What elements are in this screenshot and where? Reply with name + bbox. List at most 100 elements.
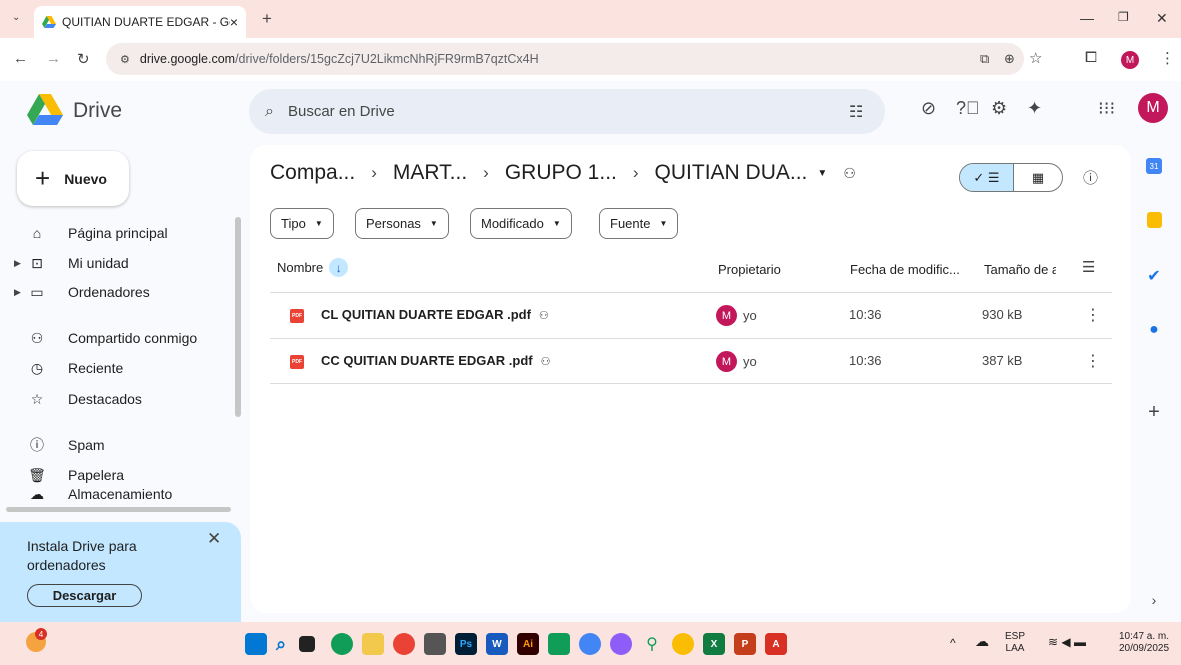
- tray-app-icon[interactable]: ☁: [975, 634, 989, 648]
- site-info-icon[interactable]: ⚙: [120, 53, 130, 66]
- back-icon[interactable]: ←: [13, 50, 28, 67]
- more-actions-icon[interactable]: ⋮: [1085, 305, 1101, 325]
- word-icon[interactable]: W: [486, 633, 508, 655]
- chrome-profile-icon[interactable]: [579, 633, 601, 655]
- details-info-icon[interactable]: ⓘ: [1083, 167, 1098, 188]
- sidebar-item-shared[interactable]: ⚇ Compartido conmigo: [0, 323, 232, 353]
- more-actions-icon[interactable]: ⋮: [1085, 351, 1101, 371]
- start-icon[interactable]: [245, 633, 267, 655]
- bookmark-star-icon[interactable]: ☆: [1029, 49, 1042, 67]
- sort-options-icon[interactable]: ☰: [1082, 258, 1095, 276]
- filter-type[interactable]: Tipo ▼: [270, 208, 334, 239]
- sidebar-item-storage[interactable]: ☁ Almacenamiento: [0, 486, 232, 500]
- account-avatar[interactable]: M: [1138, 93, 1168, 123]
- sidebar-horizontal-scrollbar[interactable]: [6, 507, 231, 512]
- edge-icon[interactable]: [331, 633, 353, 655]
- browser-tab[interactable]: QUITIAN DUARTE EDGAR - Goo ×: [34, 6, 246, 38]
- browser-menu-icon[interactable]: ⋮: [1160, 49, 1175, 67]
- excel-icon[interactable]: X: [703, 633, 725, 655]
- zoom-icon[interactable]: ⊕: [1004, 51, 1015, 67]
- search-input[interactable]: Buscar en Drive: [288, 103, 395, 120]
- photoshop-icon[interactable]: Ps: [455, 633, 477, 655]
- breadcrumb-current-folder[interactable]: QUITIAN DUA...: [655, 161, 808, 185]
- tab-search-icon[interactable]: ⌄: [12, 12, 20, 23]
- minimize-icon[interactable]: —: [1080, 10, 1094, 26]
- search-bar[interactable]: ⌕ Buscar en Drive ☷: [249, 89, 885, 134]
- forward-icon[interactable]: →: [46, 50, 61, 67]
- language-indicator[interactable]: ESP LAA: [1005, 631, 1025, 655]
- table-row[interactable]: PDF CL QUITIAN DUARTE EDGAR .pdf ⚇ Myo 10…: [270, 293, 1112, 338]
- profile-avatar[interactable]: M: [1121, 51, 1139, 69]
- sort-arrow-icon[interactable]: ↓: [329, 258, 349, 277]
- search-options-icon[interactable]: ☷: [849, 102, 863, 122]
- powerpoint-icon[interactable]: P: [734, 633, 756, 655]
- search-icon[interactable]: ⌕: [265, 103, 274, 121]
- app-icon[interactable]: ⚲: [641, 633, 663, 655]
- help-icon[interactable]: ?⃝: [956, 98, 980, 119]
- address-bar[interactable]: ⚙ drive.google.com/drive/folders/15gcZcj…: [106, 43, 1024, 75]
- sidebar-item-spam[interactable]: ⓘ Spam: [0, 430, 232, 460]
- sidebar-item-starred[interactable]: ☆ Destacados: [0, 384, 232, 414]
- reload-icon[interactable]: ↻: [77, 50, 90, 68]
- expand-caret-icon[interactable]: ▶: [14, 258, 21, 269]
- acrobat-icon[interactable]: A: [765, 633, 787, 655]
- app-name[interactable]: Drive: [73, 99, 122, 123]
- home-icon: ⌂: [32, 225, 42, 241]
- tasks-icon[interactable]: ✔: [1140, 265, 1168, 287]
- column-header-name[interactable]: Nombre ↓: [277, 258, 349, 277]
- table-row[interactable]: PDF CC QUITIAN DUARTE EDGAR .pdf ⚇ Myo 10…: [270, 339, 1112, 384]
- sidebar-item-recent[interactable]: ◷ Reciente: [0, 353, 232, 383]
- apps-grid-icon[interactable]: ⁝⁝⁝: [1098, 98, 1115, 119]
- close-promo-icon[interactable]: ✕: [207, 529, 221, 549]
- wifi-volume-battery-icon[interactable]: ≋ ◀ ▬: [1048, 636, 1086, 648]
- expand-panel-icon[interactable]: ›: [1140, 589, 1168, 611]
- gemini-icon[interactable]: ✦: [1027, 98, 1042, 119]
- chrome-alt-icon[interactable]: [672, 633, 694, 655]
- browser-toolbar: ← → ↻ ⚙ drive.google.com/drive/folders/1…: [0, 38, 1181, 81]
- file-explorer-icon[interactable]: [362, 633, 384, 655]
- breadcrumb-item[interactable]: GRUPO 1...: [505, 161, 617, 185]
- add-addon-icon[interactable]: +: [1140, 401, 1168, 423]
- grid-view-button[interactable]: ▦: [1014, 164, 1062, 191]
- drive-logo-icon[interactable]: [27, 94, 63, 125]
- clock[interactable]: 10:47 a. m. 20/09/2025: [1111, 631, 1177, 655]
- contacts-icon[interactable]: ●: [1140, 319, 1168, 341]
- calculator-icon[interactable]: [424, 633, 446, 655]
- illustrator-icon[interactable]: Ai: [517, 633, 539, 655]
- tab-close-icon[interactable]: ×: [230, 14, 238, 30]
- column-header-owner[interactable]: Propietario: [718, 262, 781, 277]
- restore-icon[interactable]: ❐: [1118, 10, 1129, 24]
- keep-icon[interactable]: [1140, 209, 1168, 231]
- app-icon[interactable]: [548, 633, 570, 655]
- extensions-icon[interactable]: ⧠: [1085, 49, 1097, 66]
- chrome-icon[interactable]: [393, 633, 415, 655]
- sidebar-item-my-drive[interactable]: ▶ ⊡ Mi unidad: [0, 248, 232, 278]
- new-button[interactable]: + Nuevo: [17, 151, 129, 206]
- ready-offline-icon[interactable]: ⊘: [921, 98, 936, 119]
- close-window-icon[interactable]: ✕: [1156, 10, 1168, 27]
- download-button[interactable]: Descargar: [27, 584, 142, 607]
- new-tab-button[interactable]: +: [262, 9, 272, 29]
- shared-folder-icon[interactable]: ⚇: [843, 165, 856, 182]
- calendar-icon[interactable]: 31: [1140, 155, 1168, 177]
- filter-source[interactable]: Fuente ▼: [599, 208, 679, 239]
- breadcrumb-item[interactable]: MART...: [393, 161, 467, 185]
- list-view-button[interactable]: ✓ ☰: [960, 164, 1014, 191]
- search-taskbar-icon[interactable]: ⌕: [270, 633, 292, 655]
- sidebar-scrollbar[interactable]: [235, 217, 241, 417]
- filter-people[interactable]: Personas ▼: [355, 208, 449, 239]
- settings-icon[interactable]: ⚙: [991, 98, 1007, 119]
- sidebar-item-home[interactable]: ⌂ Página principal: [0, 218, 232, 248]
- copilot-icon[interactable]: [610, 633, 632, 655]
- column-header-modified[interactable]: Fecha de modific...: [850, 262, 960, 277]
- tray-overflow-icon[interactable]: ^: [950, 637, 956, 649]
- column-header-size[interactable]: Tamaño de a: [984, 262, 1056, 277]
- sidebar-item-computers[interactable]: ▶ ▭ Ordenadores: [0, 277, 232, 307]
- dropdown-icon: ▼: [552, 219, 561, 228]
- filter-modified[interactable]: Modificado ▼: [470, 208, 572, 239]
- expand-caret-icon[interactable]: ▶: [14, 287, 21, 298]
- install-app-icon[interactable]: ⧉: [980, 51, 989, 67]
- folder-menu-caret-icon[interactable]: ▼: [817, 168, 827, 179]
- breadcrumb-item[interactable]: Compa...: [270, 161, 355, 185]
- task-view-icon[interactable]: [299, 636, 315, 652]
